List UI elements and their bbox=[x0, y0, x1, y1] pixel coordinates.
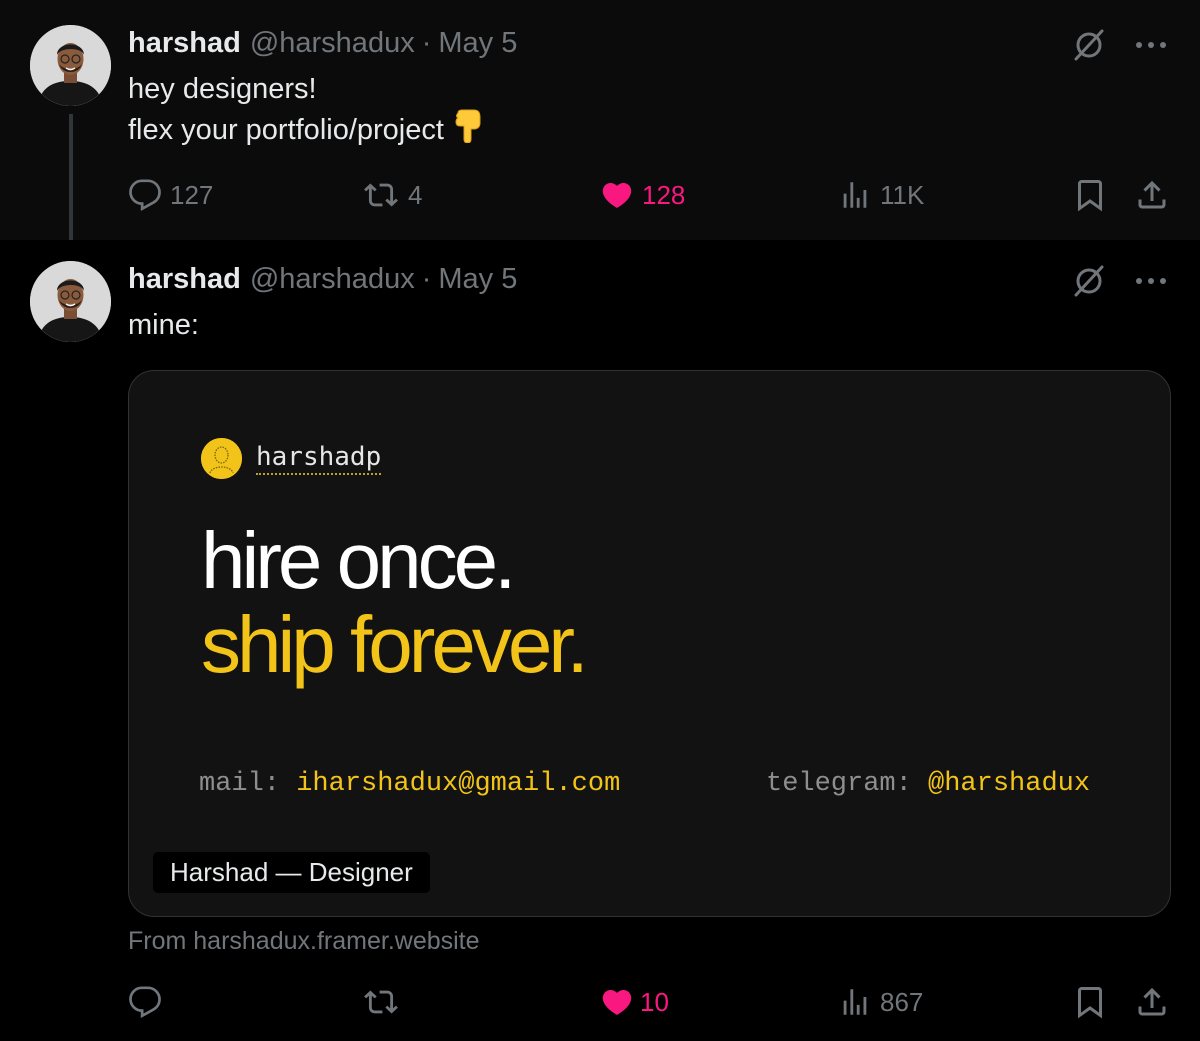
headline-line1: hire once. bbox=[201, 516, 516, 605]
action-bar: 10 867 bbox=[128, 980, 1174, 1024]
tweet-text: mine: bbox=[128, 309, 199, 341]
tweet-header: harshad @harshadux · May 5 bbox=[128, 263, 517, 296]
contact-mail: mail: iharshadux@gmail.com bbox=[199, 769, 620, 799]
retweet-icon bbox=[364, 990, 398, 1014]
author-name[interactable]: harshad bbox=[128, 263, 241, 296]
card-headline: hire once. ship forever. bbox=[201, 516, 589, 689]
grok-icon[interactable] bbox=[1070, 262, 1108, 300]
like-button[interactable]: 10 bbox=[600, 980, 669, 1024]
reply-icon bbox=[129, 986, 161, 1019]
bookmark-button[interactable] bbox=[1072, 980, 1108, 1024]
mail-value: iharshadux@gmail.com bbox=[296, 769, 621, 799]
separator: · bbox=[421, 263, 432, 295]
like-count: 10 bbox=[640, 986, 669, 1017]
tweet-reply[interactable]: harshad @harshadux · May 5 mine: harshad… bbox=[0, 0, 1200, 1041]
reply-button[interactable] bbox=[128, 980, 162, 1024]
mail-label: mail: bbox=[199, 769, 281, 799]
card-brand: harshadp bbox=[201, 438, 382, 479]
avatar[interactable] bbox=[30, 261, 111, 342]
brand-name: harshadp bbox=[256, 443, 382, 475]
share-button[interactable] bbox=[1134, 980, 1170, 1024]
telegram-label: telegram: bbox=[766, 769, 912, 799]
retweet-button[interactable] bbox=[362, 980, 400, 1024]
more-icon[interactable] bbox=[1132, 262, 1170, 300]
tweet-date[interactable]: May 5 bbox=[438, 263, 517, 296]
card-source-link[interactable]: From harshadux.framer.website bbox=[128, 927, 480, 956]
headline-line2: ship forever. bbox=[201, 600, 589, 689]
heart-icon bbox=[602, 989, 632, 1015]
bookmark-icon bbox=[1078, 987, 1102, 1019]
telegram-value: @harshadux bbox=[928, 769, 1091, 799]
views-count: 867 bbox=[880, 986, 924, 1017]
views-button[interactable]: 867 bbox=[838, 980, 923, 1024]
share-icon bbox=[1138, 987, 1166, 1016]
brand-logo-icon bbox=[201, 438, 242, 479]
link-card[interactable]: harshadp hire once. ship forever. mail: … bbox=[128, 370, 1171, 917]
tweet-corner-actions bbox=[1070, 262, 1170, 300]
card-title-tag: Harshad — Designer bbox=[153, 852, 430, 893]
contact-telegram: telegram: @harshadux bbox=[766, 769, 1090, 799]
author-handle[interactable]: @harshadux bbox=[250, 263, 415, 296]
views-icon bbox=[843, 989, 867, 1015]
